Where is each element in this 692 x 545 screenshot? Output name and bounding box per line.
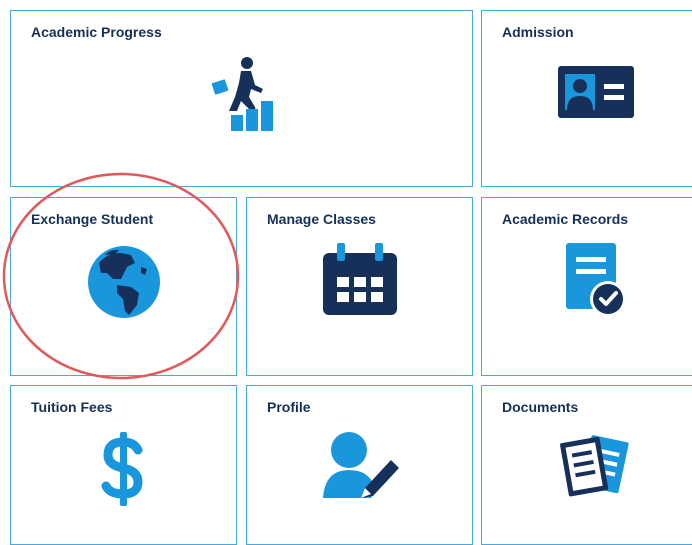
tile-admission-title: Admission [502, 24, 574, 40]
document-check-icon [566, 243, 626, 317]
globe-icon [88, 246, 160, 318]
tile-academic-progress-title: Academic Progress [31, 24, 162, 40]
id-card-icon [558, 66, 634, 118]
dollar-icon [101, 432, 143, 506]
tile-academic-progress[interactable]: Academic Progress [10, 10, 473, 187]
climbing-stairs-icon [211, 57, 273, 131]
tile-profile[interactable]: Profile [246, 385, 473, 545]
tile-exchange-student[interactable]: Exchange Student [10, 197, 237, 376]
tile-admission[interactable]: Admission [481, 10, 692, 187]
tile-manage-classes-title: Manage Classes [267, 211, 376, 227]
tile-documents[interactable]: Documents [481, 385, 692, 545]
tile-academic-records-title: Academic Records [502, 211, 629, 227]
documents-icon [560, 435, 629, 497]
calendar-icon [323, 243, 397, 315]
tile-tuition-fees-title: Tuition Fees [31, 399, 113, 415]
tile-tuition-fees[interactable]: Tuition Fees [10, 385, 237, 545]
user-edit-icon [323, 432, 399, 498]
tile-manage-classes[interactable]: Manage Classes [246, 197, 473, 376]
tile-documents-title: Documents [502, 399, 579, 415]
tile-profile-title: Profile [267, 399, 311, 415]
tile-academic-records[interactable]: Academic Records [481, 197, 692, 376]
tile-exchange-student-title: Exchange Student [31, 211, 154, 227]
